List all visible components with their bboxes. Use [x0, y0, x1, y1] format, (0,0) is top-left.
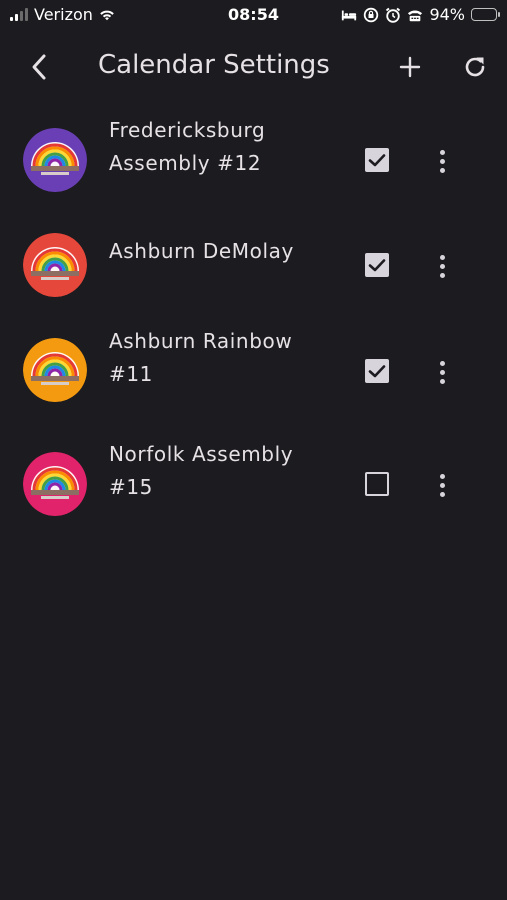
- more-options-button[interactable]: [428, 469, 456, 501]
- back-button[interactable]: [20, 48, 58, 86]
- calendar-name: Fredericksburg Assembly #12: [109, 114, 339, 180]
- back-arrow-icon: [32, 54, 46, 80]
- page-title: Calendar Settings: [98, 50, 330, 80]
- status-right: 94%: [341, 5, 500, 24]
- calendar-name: Ashburn DeMolay: [109, 235, 339, 268]
- calendar-name-line2: Assembly #12: [109, 151, 262, 175]
- more-options-button[interactable]: [428, 356, 456, 388]
- add-calendar-button[interactable]: [390, 48, 430, 86]
- checkmark-icon: [368, 365, 386, 378]
- more-vert-icon: [439, 149, 445, 155]
- tty-icon: [408, 10, 423, 21]
- calendar-avatar: [23, 338, 87, 402]
- calendar-name: Norfolk Assembly #15: [109, 438, 339, 504]
- calendar-name-line2: #11: [109, 362, 154, 386]
- calendar-visible-checkbox[interactable]: [365, 148, 389, 172]
- checkmark-icon: [368, 154, 386, 167]
- calendar-visible-checkbox[interactable]: [365, 359, 389, 383]
- calendar-avatar: [23, 452, 87, 516]
- screen: Verizon 08:54 94% Calendar Settings Fred…: [0, 0, 507, 900]
- calendar-name: Ashburn Rainbow #11: [109, 325, 339, 391]
- calendar-name-line1: Fredericksburg: [109, 118, 266, 142]
- calendar-avatar: [23, 233, 87, 297]
- plus-icon: [399, 56, 421, 78]
- more-options-button[interactable]: [428, 250, 456, 282]
- status-bar: Verizon 08:54 94%: [0, 0, 507, 30]
- calendar-visible-checkbox[interactable]: [365, 472, 389, 496]
- bed-icon: [342, 10, 357, 20]
- more-vert-icon: [439, 360, 445, 366]
- refresh-button[interactable]: [455, 48, 495, 86]
- more-vert-icon: [439, 254, 445, 260]
- calendar-name-line2: #15: [109, 475, 154, 499]
- battery-icon: [471, 8, 500, 21]
- app-bar: Calendar Settings: [0, 36, 507, 98]
- calendar-avatar: [23, 128, 87, 192]
- calendar-name-line1: Ashburn Rainbow: [109, 329, 293, 353]
- lock-rotation-icon: [364, 7, 379, 22]
- more-vert-icon: [439, 473, 445, 479]
- more-options-button[interactable]: [428, 145, 456, 177]
- checkmark-icon: [368, 259, 386, 272]
- calendar-name-line1: Ashburn DeMolay: [109, 239, 294, 263]
- calendar-name-line1: Norfolk Assembly: [109, 442, 294, 466]
- refresh-icon: [465, 57, 485, 77]
- calendar-visible-checkbox[interactable]: [365, 253, 389, 277]
- battery-percent: 94%: [429, 5, 465, 24]
- alarm-icon: [386, 7, 401, 23]
